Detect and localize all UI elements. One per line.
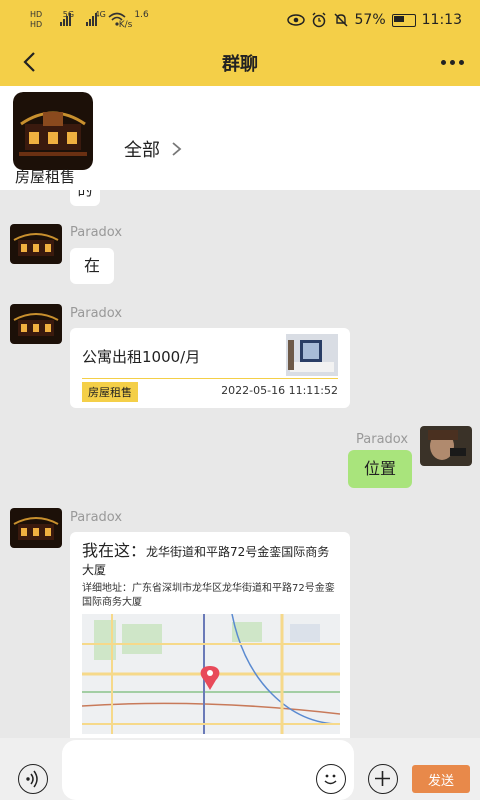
- emoji-button[interactable]: [316, 764, 346, 794]
- sender-name: Paradox: [70, 510, 123, 525]
- my-message-text: 位置: [363, 459, 396, 478]
- listing-title: 公寓出租1000/月: [82, 348, 201, 366]
- hd-badge-2: HD: [30, 20, 43, 29]
- alarm-icon: [311, 12, 326, 28]
- eye-icon: [286, 14, 305, 26]
- location-map[interactable]: [82, 614, 340, 734]
- sender-name: Paradox: [70, 306, 123, 321]
- voice-button[interactable]: [18, 764, 48, 794]
- message-bubble[interactable]: 在: [70, 248, 114, 284]
- voice-icon: [26, 770, 38, 788]
- mute-bell-icon: [333, 13, 348, 27]
- group-avatar[interactable]: [13, 92, 93, 170]
- location-prefix: 我在这：: [82, 541, 147, 560]
- plus-icon: [375, 771, 390, 786]
- battery-percent: 57%: [354, 12, 386, 28]
- sender-avatar[interactable]: [10, 304, 62, 344]
- listing-time: 2022-05-16 11:11:52: [221, 384, 338, 397]
- chevron-right-icon: [172, 142, 182, 156]
- header-bar: 群聊: [0, 40, 480, 86]
- group-name: 房屋租售: [15, 168, 76, 186]
- my-name: Paradox: [356, 432, 409, 447]
- emoji-icon: [324, 774, 337, 785]
- sender-name: Paradox: [70, 225, 123, 240]
- speed-value: 1.6: [134, 10, 149, 20]
- send-button[interactable]: 发送: [412, 765, 470, 793]
- wifi-icon: [108, 12, 126, 26]
- listing-card[interactable]: 公寓出租1000/月 房屋租售 2022-05-16 11:11:52: [70, 328, 350, 408]
- sender-avatar[interactable]: [10, 224, 62, 264]
- location-detail: 详细地址：广东省深圳市龙华区龙华街道和平路72号金銮国际商务大厦: [82, 583, 335, 608]
- add-button[interactable]: [368, 764, 398, 794]
- message-bubble-partial: 的: [70, 190, 100, 206]
- more-options-icon[interactable]: [437, 60, 464, 65]
- listing-tag: 房屋租售: [82, 382, 138, 402]
- clock: 11:13: [421, 12, 462, 28]
- group-all-label: 全部: [124, 140, 160, 161]
- page-title: 群聊: [222, 54, 258, 75]
- message-text-partial: 的: [77, 190, 93, 199]
- location-card[interactable]: 我在这：龙华街道和平路72号金銮国际商务大厦 详细地址：广东省深圳市龙华区龙华街…: [70, 532, 350, 738]
- signal-icon: [60, 13, 97, 26]
- status-bar: HD 5G 4G 1.6 HD K/s 57% 11:13: [0, 0, 480, 40]
- message-input[interactable]: [62, 740, 354, 800]
- location-header: 我在这：龙华街道和平路72号金銮国际商务大厦: [82, 542, 340, 579]
- listing-divider: [82, 378, 338, 379]
- my-message-bubble[interactable]: 位置: [348, 450, 412, 488]
- battery-icon: [391, 13, 416, 27]
- group-all-link[interactable]: 全部: [124, 136, 184, 162]
- my-avatar[interactable]: [420, 426, 472, 466]
- message-text: 在: [83, 256, 100, 275]
- sender-avatar[interactable]: [10, 508, 62, 548]
- hd-badge: HD: [30, 10, 43, 19]
- listing-thumbnail: [286, 334, 338, 376]
- chat-list[interactable]: 的 Paradox 在 Paradox 公寓出租1000/月 房屋租售 2022…: [0, 190, 480, 738]
